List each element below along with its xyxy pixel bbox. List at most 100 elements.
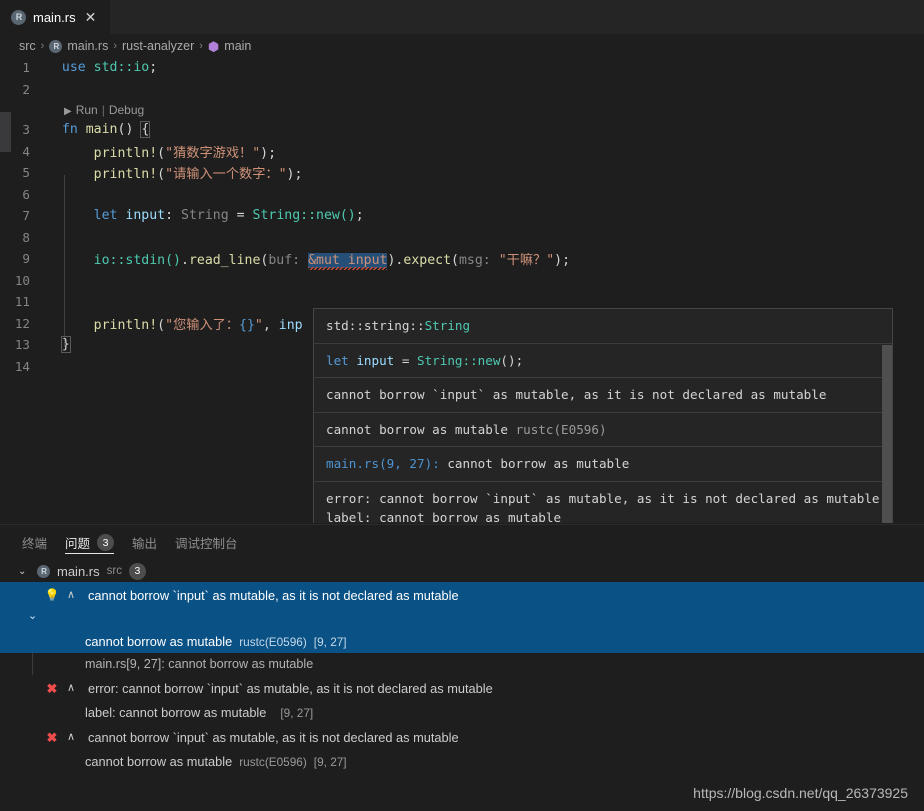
token-brace-close: } [60, 336, 71, 354]
breadcrumb-item-src[interactable]: src [19, 39, 36, 53]
error-icon: ✖ [46, 681, 58, 696]
tab-debug-console-label: 调试控制台 [175, 537, 238, 551]
tooltip-msg2-text: cannot borrow as mutable [326, 421, 516, 437]
line-number: 3 [22, 122, 30, 138]
tooltip-location-link[interactable]: main.rs(9, 27): [326, 456, 440, 471]
token-string-ganma: "干嘛？" [498, 253, 555, 269]
watermark: https://blog.csdn.net/qq_26373925 [693, 785, 908, 801]
breadcrumb-label-main-rs: main.rs [67, 39, 109, 53]
line-number: 2 [22, 81, 30, 97]
line-number: 5 [22, 165, 30, 181]
token-println: println! [93, 167, 158, 183]
token-read-line: read_line [188, 253, 261, 269]
problem-detail-row[interactable]: cannot borrow as mutable rustc(E0596) [9… [0, 751, 924, 773]
codelens-debug-link[interactable]: Debug [109, 103, 144, 117]
breadcrumb-label-main: main [224, 39, 252, 53]
chevron-up-icon[interactable]: ∧ [67, 678, 81, 699]
token-string-you-entered: "您输入了： [165, 317, 240, 333]
tooltip-message-row-1: cannot borrow `input` as mutable, as it … [314, 378, 892, 413]
code-line: 6 [0, 184, 924, 206]
problems-file-name: main.rs [57, 563, 100, 579]
tab-terminal[interactable]: 终端 [22, 525, 47, 560]
problems-file-folder: src [106, 565, 122, 577]
line-content: let input: String = String::new(); [93, 208, 364, 224]
tooltip-sig-type: String [424, 318, 471, 333]
line-number: 6 [22, 186, 30, 202]
tooltip-error-label-row: error: cannot borrow `input` as mutable,… [314, 482, 892, 523]
breadcrumb-item-main[interactable]: ⬢ main [208, 39, 251, 53]
cube-icon: ⬢ [207, 38, 220, 54]
play-icon[interactable]: ▶ [64, 106, 72, 117]
problem-row[interactable]: ✖ ∧ error: cannot borrow `input` as muta… [0, 675, 924, 702]
code-line: 2 [0, 79, 924, 101]
tooltip-related-link-row: main.rs(9, 27): cannot borrow as mutable [314, 447, 892, 482]
problem-source: rustc(E0596) [239, 755, 307, 769]
problem-source: rustc(E0596) [239, 635, 307, 649]
problem-related-info[interactable]: main.rs[9, 27]: cannot borrow as mutable [32, 653, 924, 675]
problem-detail-text: cannot borrow as mutable [85, 754, 233, 769]
token-equals: = [236, 208, 245, 224]
code-line: 5 println!("请输入一个数字："); [0, 162, 924, 184]
line-number: 8 [22, 229, 30, 245]
token-println: println! [93, 317, 158, 333]
codelens-run-link[interactable]: Run [76, 103, 98, 117]
problem-row[interactable]: 💡 ∧ cannot borrow `input` as mutable, as… [0, 582, 924, 609]
editor-tab-main-rs[interactable]: R main.rs ✕ [0, 0, 111, 34]
token-inp: inp [278, 317, 303, 333]
tooltip-scrollbar[interactable] [882, 345, 892, 523]
lightbulb-icon[interactable]: 💡 [44, 585, 60, 606]
problems-count-badge: 3 [97, 534, 115, 551]
chevron-up-icon[interactable]: ∧ [67, 585, 81, 606]
token-parens: () [117, 122, 134, 138]
line-content: fn main() { [46, 121, 924, 139]
rust-file-icon: R [37, 564, 50, 578]
tooltip-code-row: let input = String::new(); [314, 344, 892, 379]
problem-detail-row[interactable]: label: cannot borrow as mutable [9, 27] [0, 702, 924, 724]
problem-row[interactable]: ✖ ∧ cannot borrow `input` as mutable, as… [0, 724, 924, 751]
token-io-stdin: io::stdin() [93, 253, 181, 269]
tab-debug-console[interactable]: 调试控制台 [175, 525, 238, 560]
tab-problems-label: 问题 [65, 537, 91, 551]
line-number: 10 [14, 272, 30, 288]
tooltip-label-line: label: cannot borrow as mutable [326, 510, 562, 523]
line-number: 9 [22, 251, 30, 267]
token-colon: : [165, 208, 174, 224]
close-icon[interactable]: ✕ [83, 10, 99, 24]
problems-list: 💡 ∧ cannot borrow `input` as mutable, as… [0, 582, 924, 773]
breadcrumb: src › R main.rs › rust-analyzer › ⬢ main [0, 35, 924, 57]
rust-file-icon: R [11, 9, 26, 25]
token-string-prompt: "请输入一个数字：" [165, 167, 287, 183]
problem-expand-row[interactable]: ⌄ [0, 609, 924, 631]
code-editor[interactable]: 1 use std::io; 2 ▶ Run | Debug 3 fn main() … [0, 57, 924, 523]
line-content: io::stdin().read_line(buf: &mut input).e… [93, 253, 571, 271]
code-line: 9 io::stdin().read_line(buf: &mut input)… [0, 248, 924, 271]
problems-file-count-badge: 3 [128, 562, 146, 580]
breadcrumb-item-main-rs[interactable]: R main.rs [49, 39, 108, 53]
line-content: use std::io; [46, 60, 924, 75]
vscode-window: R main.rs ✕ src › R main.rs › rust-analy… [0, 0, 924, 811]
line-number: 7 [22, 208, 30, 224]
problem-detail-text: label: cannot borrow as mutable [85, 705, 267, 720]
tab-output-label: 输出 [132, 537, 158, 551]
tab-problems[interactable]: 问题 3 [65, 525, 115, 560]
code-line: 10 [0, 270, 924, 292]
chevron-up-icon[interactable]: ∧ [67, 727, 81, 748]
problems-file-row[interactable]: ⌄ R main.rs src 3 [0, 560, 924, 582]
chevron-down-icon[interactable]: ⌄ [18, 566, 30, 577]
problem-position: [9, 27] [313, 635, 347, 649]
token-use: use [61, 60, 86, 76]
codelens-separator: | [101, 102, 105, 117]
token-println: println! [93, 145, 158, 161]
code-line: 4 println!("猜数字游戏！"); [0, 141, 924, 163]
token-let: let [93, 208, 118, 224]
chevron-down-icon[interactable]: ⌄ [28, 609, 37, 622]
breadcrumb-item-rust-analyzer[interactable]: rust-analyzer [122, 39, 194, 53]
token-var-input: input [125, 208, 166, 224]
token-comma: , [262, 317, 271, 333]
problem-detail-row[interactable]: cannot borrow as mutable rustc(E0596) [9… [0, 631, 924, 653]
tab-output[interactable]: 输出 [132, 525, 157, 560]
code-line: 3 fn main() { [0, 119, 924, 141]
token-type-hint-String: String [181, 208, 229, 224]
token-selected-amp-mut-input[interactable]: &mut input [308, 253, 388, 271]
tooltip-error-line: error: cannot borrow `input` as mutable,… [326, 490, 880, 506]
